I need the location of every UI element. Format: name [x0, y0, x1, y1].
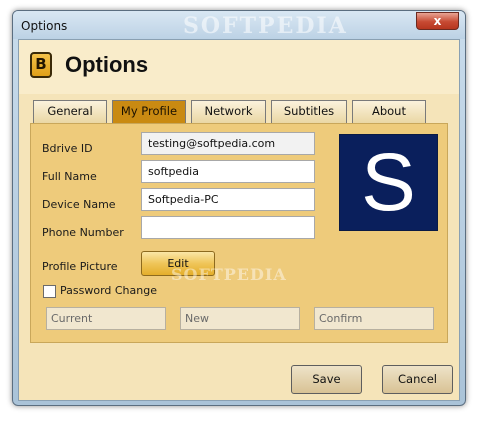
new-password-field[interactable]: New	[180, 307, 300, 330]
close-icon: x	[433, 14, 442, 28]
dialog-header: B Options	[19, 40, 459, 94]
bdrive-id-field[interactable]: testing@softpedia.com	[141, 132, 315, 155]
device-name-label: Device Name	[42, 198, 116, 211]
page-title: Options	[65, 52, 149, 77]
options-window: Options SOFTPEDIA x B Options General My…	[12, 10, 466, 406]
current-password-field[interactable]: Current	[46, 307, 166, 330]
device-name-field[interactable]: Softpedia-PC	[141, 188, 315, 211]
phone-number-field[interactable]	[141, 216, 315, 239]
tab-my-profile[interactable]: My Profile	[112, 100, 186, 124]
password-change-checkbox[interactable]	[43, 285, 56, 298]
title-bar[interactable]: Options SOFTPEDIA x	[13, 11, 465, 39]
password-change-label[interactable]: Password Change	[60, 284, 157, 297]
dialog-body: B Options General My Profile Network Sub…	[18, 39, 460, 401]
phone-number-label: Phone Number	[42, 226, 124, 239]
tab-bar: General My Profile Network Subtitles Abo…	[33, 100, 453, 124]
watermark: SOFTPEDIA	[171, 265, 287, 284]
bdrive-id-label: Bdrive ID	[42, 142, 93, 155]
full-name-label: Full Name	[42, 170, 97, 183]
save-button[interactable]: Save	[291, 365, 362, 394]
tab-subtitles[interactable]: Subtitles	[271, 100, 347, 123]
window-title: Options	[21, 19, 68, 33]
watermark: SOFTPEDIA	[183, 13, 348, 39]
avatar: S	[339, 134, 438, 231]
full-name-field[interactable]: softpedia	[141, 160, 315, 183]
confirm-password-field[interactable]: Confirm	[314, 307, 434, 330]
tab-about[interactable]: About	[352, 100, 426, 123]
app-logo-icon: B	[30, 52, 52, 78]
close-button[interactable]: x	[416, 12, 459, 30]
profile-picture-label: Profile Picture	[42, 260, 118, 273]
tab-network[interactable]: Network	[191, 100, 266, 123]
profile-panel: Bdrive ID testing@softpedia.com Full Nam…	[30, 123, 448, 343]
tab-general[interactable]: General	[33, 100, 107, 123]
cancel-button[interactable]: Cancel	[382, 365, 453, 394]
